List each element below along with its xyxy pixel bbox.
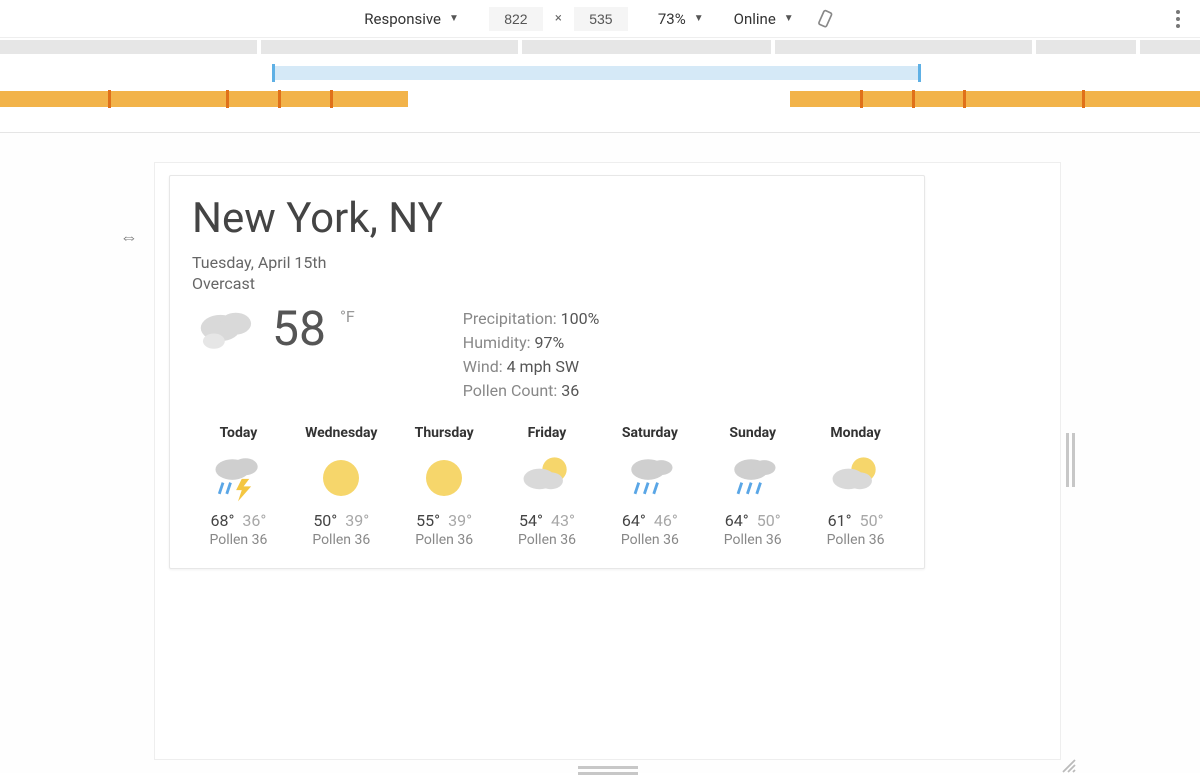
pollen-label: Pollen Count:	[463, 381, 558, 400]
temperature-value: 58	[272, 305, 326, 353]
sunny-icon	[295, 449, 388, 505]
cloud-icon	[192, 301, 262, 359]
forecast-high: 50°	[313, 511, 337, 530]
partly-icon	[809, 449, 902, 505]
forecast-low: 39°	[448, 511, 472, 530]
date-condition: Tuesday, April 15th Overcast	[192, 253, 902, 295]
forecast-high: 64°	[725, 511, 749, 530]
breakpoint-rulers	[0, 38, 1200, 133]
ruler-blue	[0, 62, 1200, 84]
current-temperature: 58 °F	[192, 301, 355, 403]
date-text: Tuesday, April 15th	[192, 253, 326, 272]
forecast-row: Today 68° 36° Pollen 36 Wednesday 50° 39° Polle…	[192, 425, 902, 548]
forecast-day: Friday 54° 43° Pollen 36	[501, 425, 594, 548]
forecast-high: 68°	[210, 511, 234, 530]
weather-metrics: Precipitation: 100% Humidity: 97% Wind: …	[463, 307, 600, 403]
viewport-height-input[interactable]	[574, 7, 628, 31]
forecast-day-name: Thursday	[398, 425, 491, 441]
weather-card: New York, NY Tuesday, April 15th Overcas…	[169, 175, 925, 569]
rain-icon	[706, 449, 799, 505]
wind-label: Wind:	[463, 357, 503, 376]
forecast-day-name: Monday	[809, 425, 902, 441]
more-options-icon[interactable]	[1176, 0, 1180, 38]
forecast-low: 36°	[242, 511, 266, 530]
forecast-low: 39°	[345, 511, 369, 530]
humidity-label: Humidity:	[463, 333, 531, 352]
forecast-day-name: Friday	[501, 425, 594, 441]
resize-horizontal-icon: ⇔	[120, 227, 138, 248]
resize-handle-corner[interactable]	[1060, 757, 1076, 773]
emulated-viewport-area: ⇔ New York, NY Tuesday, April 15th Overc…	[0, 133, 1200, 773]
forecast-day: Monday 61° 50° Pollen 36	[809, 425, 902, 548]
forecast-pollen: Pollen 36	[398, 532, 491, 548]
forecast-pollen: Pollen 36	[192, 532, 285, 548]
forecast-day: Today 68° 36° Pollen 36	[192, 425, 285, 548]
forecast-low: 46°	[654, 511, 678, 530]
resize-handle-horizontal[interactable]	[578, 766, 638, 775]
forecast-pollen: Pollen 36	[809, 532, 902, 548]
forecast-day-name: Today	[192, 425, 285, 441]
temperature-unit: °F	[340, 307, 355, 326]
forecast-low: 43°	[551, 511, 575, 530]
partly-icon	[501, 449, 594, 505]
rotate-icon[interactable]	[816, 9, 836, 29]
throttle-dropdown[interactable]: Online	[734, 10, 776, 28]
precip-label: Precipitation:	[463, 309, 557, 328]
resize-handle-vertical[interactable]	[1066, 433, 1078, 487]
forecast-pollen: Pollen 36	[706, 532, 799, 548]
ruler-orange	[0, 90, 1200, 108]
forecast-high: 54°	[519, 511, 543, 530]
forecast-day-name: Saturday	[603, 425, 696, 441]
sunny-icon	[398, 449, 491, 505]
ruler-gray	[0, 38, 1200, 56]
chevron-down-icon[interactable]: ▼	[694, 13, 704, 24]
forecast-pollen: Pollen 36	[501, 532, 594, 548]
forecast-high: 61°	[828, 511, 852, 530]
forecast-high: 64°	[622, 511, 646, 530]
precip-value: 100%	[561, 309, 600, 328]
chevron-down-icon[interactable]: ▼	[784, 13, 794, 24]
forecast-pollen: Pollen 36	[295, 532, 388, 548]
humidity-value: 97%	[535, 333, 565, 352]
forecast-day: Wednesday 50° 39° Pollen 36	[295, 425, 388, 548]
zoom-dropdown[interactable]: 73%	[658, 10, 686, 28]
forecast-low: 50°	[757, 511, 781, 530]
forecast-day: Thursday 55° 39° Pollen 36	[398, 425, 491, 548]
forecast-day-name: Wednesday	[295, 425, 388, 441]
forecast-day: Sunday 64° 50° Pollen 36	[706, 425, 799, 548]
device-preset-dropdown[interactable]: Responsive	[364, 10, 441, 28]
device-toolbar: Responsive ▼ × 73% ▼ Online ▼	[0, 0, 1200, 38]
pollen-value: 36	[561, 381, 579, 400]
forecast-low: 50°	[860, 511, 884, 530]
wind-value: 4 mph SW	[507, 357, 579, 376]
forecast-pollen: Pollen 36	[603, 532, 696, 548]
forecast-day-name: Sunday	[706, 425, 799, 441]
storm-icon	[192, 449, 285, 505]
forecast-day: Saturday 64° 46° Pollen 36	[603, 425, 696, 548]
device-frame: New York, NY Tuesday, April 15th Overcas…	[155, 163, 1060, 759]
condition-text: Overcast	[192, 274, 255, 293]
chevron-down-icon[interactable]: ▼	[449, 13, 459, 24]
dimension-separator: ×	[555, 11, 562, 26]
rain-icon	[603, 449, 696, 505]
forecast-high: 55°	[416, 511, 440, 530]
viewport-width-input[interactable]	[489, 7, 543, 31]
location-title: New York, NY	[192, 194, 902, 243]
